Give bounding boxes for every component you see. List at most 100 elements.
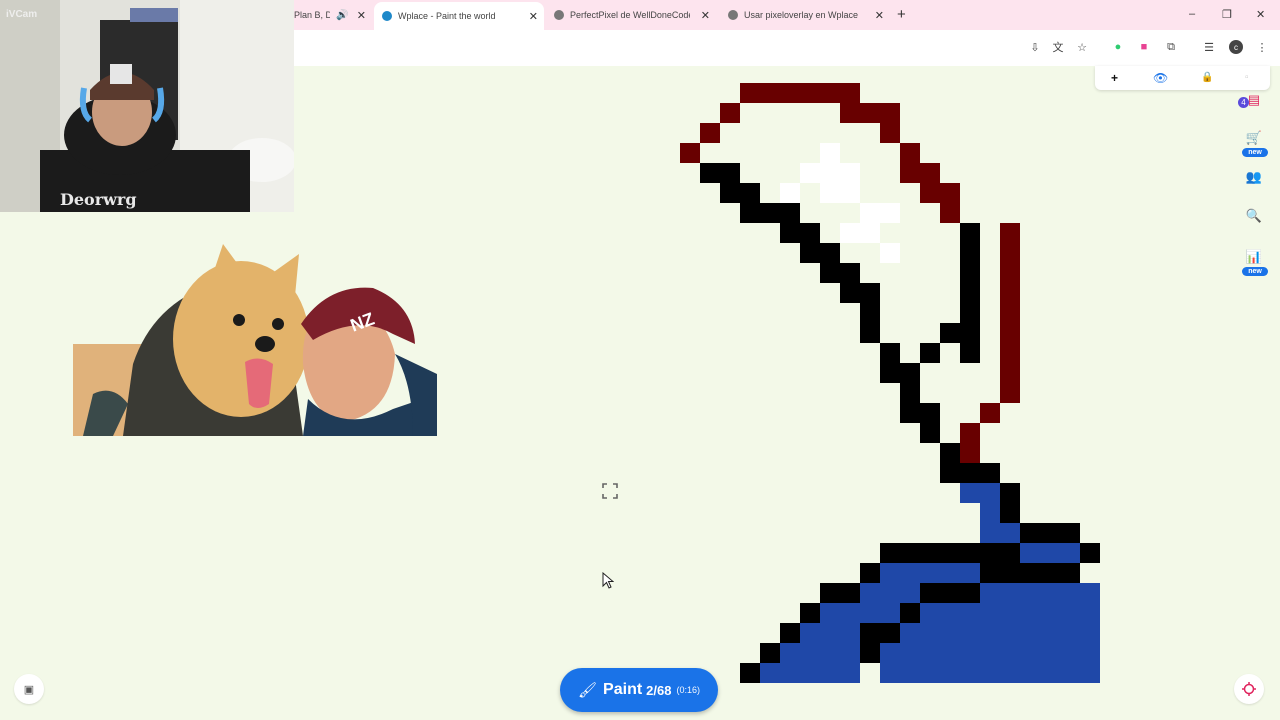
painted-pixel [900, 143, 920, 163]
new-tab-button[interactable]: + [897, 7, 906, 22]
painted-pixel [880, 663, 1100, 683]
paintbrush-icon: 🖌 [578, 682, 598, 699]
webcam-source-label: iVCam [6, 9, 38, 20]
shop-new-badge: new [1242, 148, 1268, 157]
tab-label: Plan B, D [294, 10, 330, 20]
tab-pixeloverlay[interactable]: Usar pixeloverlay en Wplace ✕ [722, 2, 890, 28]
painted-pixel [900, 623, 1100, 643]
painted-pixel [920, 343, 940, 363]
painted-pixel [780, 183, 800, 203]
install-app-icon[interactable]: ⇩ [1028, 40, 1042, 54]
painted-pixel [960, 423, 980, 463]
my-location-button[interactable] [1234, 674, 1264, 704]
painted-pixel [840, 163, 860, 183]
tab-plan-b[interactable]: Plan B, D 🔊 ✕ [294, 2, 372, 28]
painted-pixel [780, 223, 820, 243]
painted-pixel [900, 403, 940, 423]
map-icon: ▣ [23, 683, 35, 696]
reading-list-icon[interactable]: ☰ [1202, 40, 1216, 54]
painted-pixel [840, 103, 900, 123]
painted-pixel [920, 583, 980, 603]
tab-label: PerfectPixel de WellDoneCode ( [570, 10, 690, 20]
painted-pixel [940, 323, 960, 343]
painted-pixel [740, 83, 860, 103]
close-tab-icon[interactable]: ✕ [701, 9, 710, 22]
painted-pixel [940, 463, 1000, 483]
close-tab-icon[interactable]: ✕ [357, 9, 366, 22]
painted-pixel [980, 563, 1000, 583]
painted-pixel [800, 163, 840, 183]
minimize-button[interactable]: – [1189, 8, 1195, 20]
painted-pixel [960, 483, 1000, 503]
painted-pixel [800, 623, 860, 643]
painted-pixel [880, 123, 900, 143]
leaderboard-new-badge: new [1242, 267, 1268, 276]
painted-pixel [980, 403, 1000, 423]
painted-pixel [860, 583, 920, 603]
tab-wplace[interactable]: Wplace - Paint the world ✕ [374, 2, 544, 30]
extension-pink-icon[interactable]: ■ [1137, 40, 1151, 54]
painted-pixel [940, 203, 960, 223]
globe-icon [382, 11, 392, 21]
notification-count-badge: 4 [1238, 97, 1249, 108]
painted-pixel [980, 503, 1000, 523]
lock-icon[interactable]: 🔒 [1201, 70, 1213, 86]
painted-pixel [960, 223, 980, 363]
painted-pixel [820, 143, 840, 163]
extensions-puzzle-icon[interactable]: ⧉ [1164, 40, 1178, 54]
globe-icon [728, 10, 738, 20]
add-overlay-button[interactable]: + [1111, 70, 1118, 86]
painted-pixel [800, 603, 820, 623]
expand-icon[interactable] [602, 483, 618, 499]
painted-pixel [1020, 543, 1080, 563]
painted-pixel [920, 183, 960, 203]
painted-pixel [820, 583, 860, 603]
painted-pixel [880, 563, 980, 583]
speaker-icon[interactable]: 🔊 [336, 10, 348, 21]
painted-pixel [840, 223, 880, 243]
painted-pixel [800, 243, 840, 263]
close-window-button[interactable]: ✕ [1256, 8, 1265, 21]
painted-pixel [780, 623, 800, 643]
painted-pixel [1000, 223, 1020, 243]
paint-label: Paint [603, 681, 643, 698]
map-layers-button[interactable]: ▣ [14, 674, 44, 704]
painted-pixel [740, 203, 800, 223]
tab-label: Wplace - Paint the world [398, 11, 496, 21]
alliance-users-icon[interactable]: 👥 [1240, 163, 1268, 191]
painted-pixel [1000, 483, 1020, 523]
tab-label: Usar pixeloverlay en Wplace [744, 10, 859, 20]
tab-perfectpixel[interactable]: PerfectPixel de WellDoneCode ( ✕ [548, 2, 716, 28]
painted-pixel [880, 243, 900, 263]
globe-icon [554, 10, 564, 20]
settings-icon[interactable]: ▫ [1245, 70, 1249, 86]
eye-icon[interactable]: 👁 [1153, 70, 1168, 86]
painted-pixel [900, 163, 940, 183]
painted-pixel [760, 643, 780, 663]
close-tab-icon[interactable]: ✕ [875, 9, 884, 22]
painted-pixel [860, 623, 900, 643]
painted-pixel [820, 183, 860, 203]
painted-pixel [700, 123, 720, 143]
close-tab-icon[interactable]: ✕ [529, 10, 538, 23]
translate-icon[interactable]: 文 [1051, 40, 1065, 54]
painted-pixel [860, 303, 880, 343]
search-location-icon[interactable]: 🔍 [1240, 202, 1268, 230]
paint-button[interactable]: 🖌 Paint 2/68 (0:16) [560, 668, 718, 712]
painted-pixel [920, 423, 940, 443]
painted-pixel [880, 543, 980, 563]
painted-pixel [900, 383, 920, 403]
profile-avatar-icon[interactable]: c [1229, 40, 1243, 54]
restore-button[interactable]: ❐ [1222, 8, 1232, 21]
painted-pixel [980, 523, 1020, 543]
painted-pixel [1000, 243, 1020, 403]
bookmark-star-icon[interactable]: ☆ [1075, 40, 1089, 54]
browser-menu-icon[interactable]: ⋮ [1255, 40, 1269, 54]
painted-pixel [820, 603, 900, 623]
crosshair-icon [1242, 682, 1256, 696]
painted-pixel [760, 663, 860, 683]
extension-green-icon[interactable]: ● [1111, 40, 1125, 54]
painted-pixel [840, 283, 880, 303]
paint-charges-count: 2/68 [646, 682, 672, 698]
painted-pixel [1000, 563, 1080, 583]
